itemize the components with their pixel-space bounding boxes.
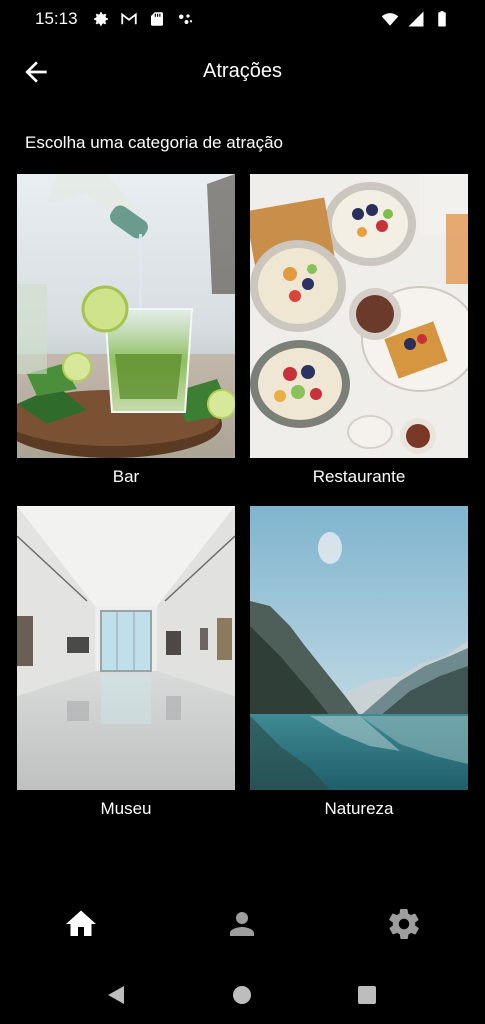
system-navigation-bar — [0, 964, 485, 1024]
assistant-icon — [179, 14, 193, 24]
gmail-icon — [121, 12, 137, 25]
notification-icons — [92, 10, 194, 28]
home-icon — [66, 910, 96, 936]
sd-card-icon — [151, 12, 163, 26]
nature-photo — [250, 506, 468, 790]
settings-icon — [389, 909, 419, 939]
back-triangle-icon — [108, 986, 124, 1004]
category-label: Bar — [112, 467, 140, 486]
restaurant-photo — [250, 174, 468, 458]
category-label: Restaurante — [312, 467, 406, 486]
category-label: Museu — [100, 799, 152, 818]
system-recents-button[interactable] — [356, 984, 378, 1006]
category-card-bar[interactable]: Bar — [17, 174, 235, 487]
status-bar: 15:13 — [0, 0, 485, 40]
category-card-natureza[interactable]: Natureza — [250, 506, 468, 819]
section-subtitle: Escolha uma categoria de atração — [25, 133, 283, 152]
museum-photo — [17, 506, 235, 790]
app-bar: Atrações — [0, 44, 485, 100]
gear-icon — [94, 12, 108, 26]
person-icon — [230, 912, 254, 936]
status-time: 15:13 — [35, 9, 78, 28]
bar-photo — [17, 174, 235, 458]
home-circle-icon — [233, 986, 251, 1004]
category-card-museu[interactable]: Museu — [17, 506, 235, 819]
nav-home-button[interactable] — [63, 906, 99, 942]
system-back-button[interactable] — [105, 984, 127, 1006]
bottom-navigation — [0, 884, 485, 964]
signal-icon — [408, 11, 424, 27]
system-home-button[interactable] — [231, 984, 253, 1006]
system-status-icons — [381, 10, 451, 28]
page-title: Atrações — [203, 60, 282, 82]
nav-settings-button[interactable] — [386, 906, 422, 942]
category-label: Natureza — [324, 799, 394, 818]
battery-icon — [438, 11, 446, 27]
category-card-restaurante[interactable]: Restaurante — [250, 174, 468, 487]
wifi-icon — [381, 13, 399, 26]
recents-square-icon — [358, 986, 376, 1004]
nav-profile-button[interactable] — [224, 906, 260, 942]
